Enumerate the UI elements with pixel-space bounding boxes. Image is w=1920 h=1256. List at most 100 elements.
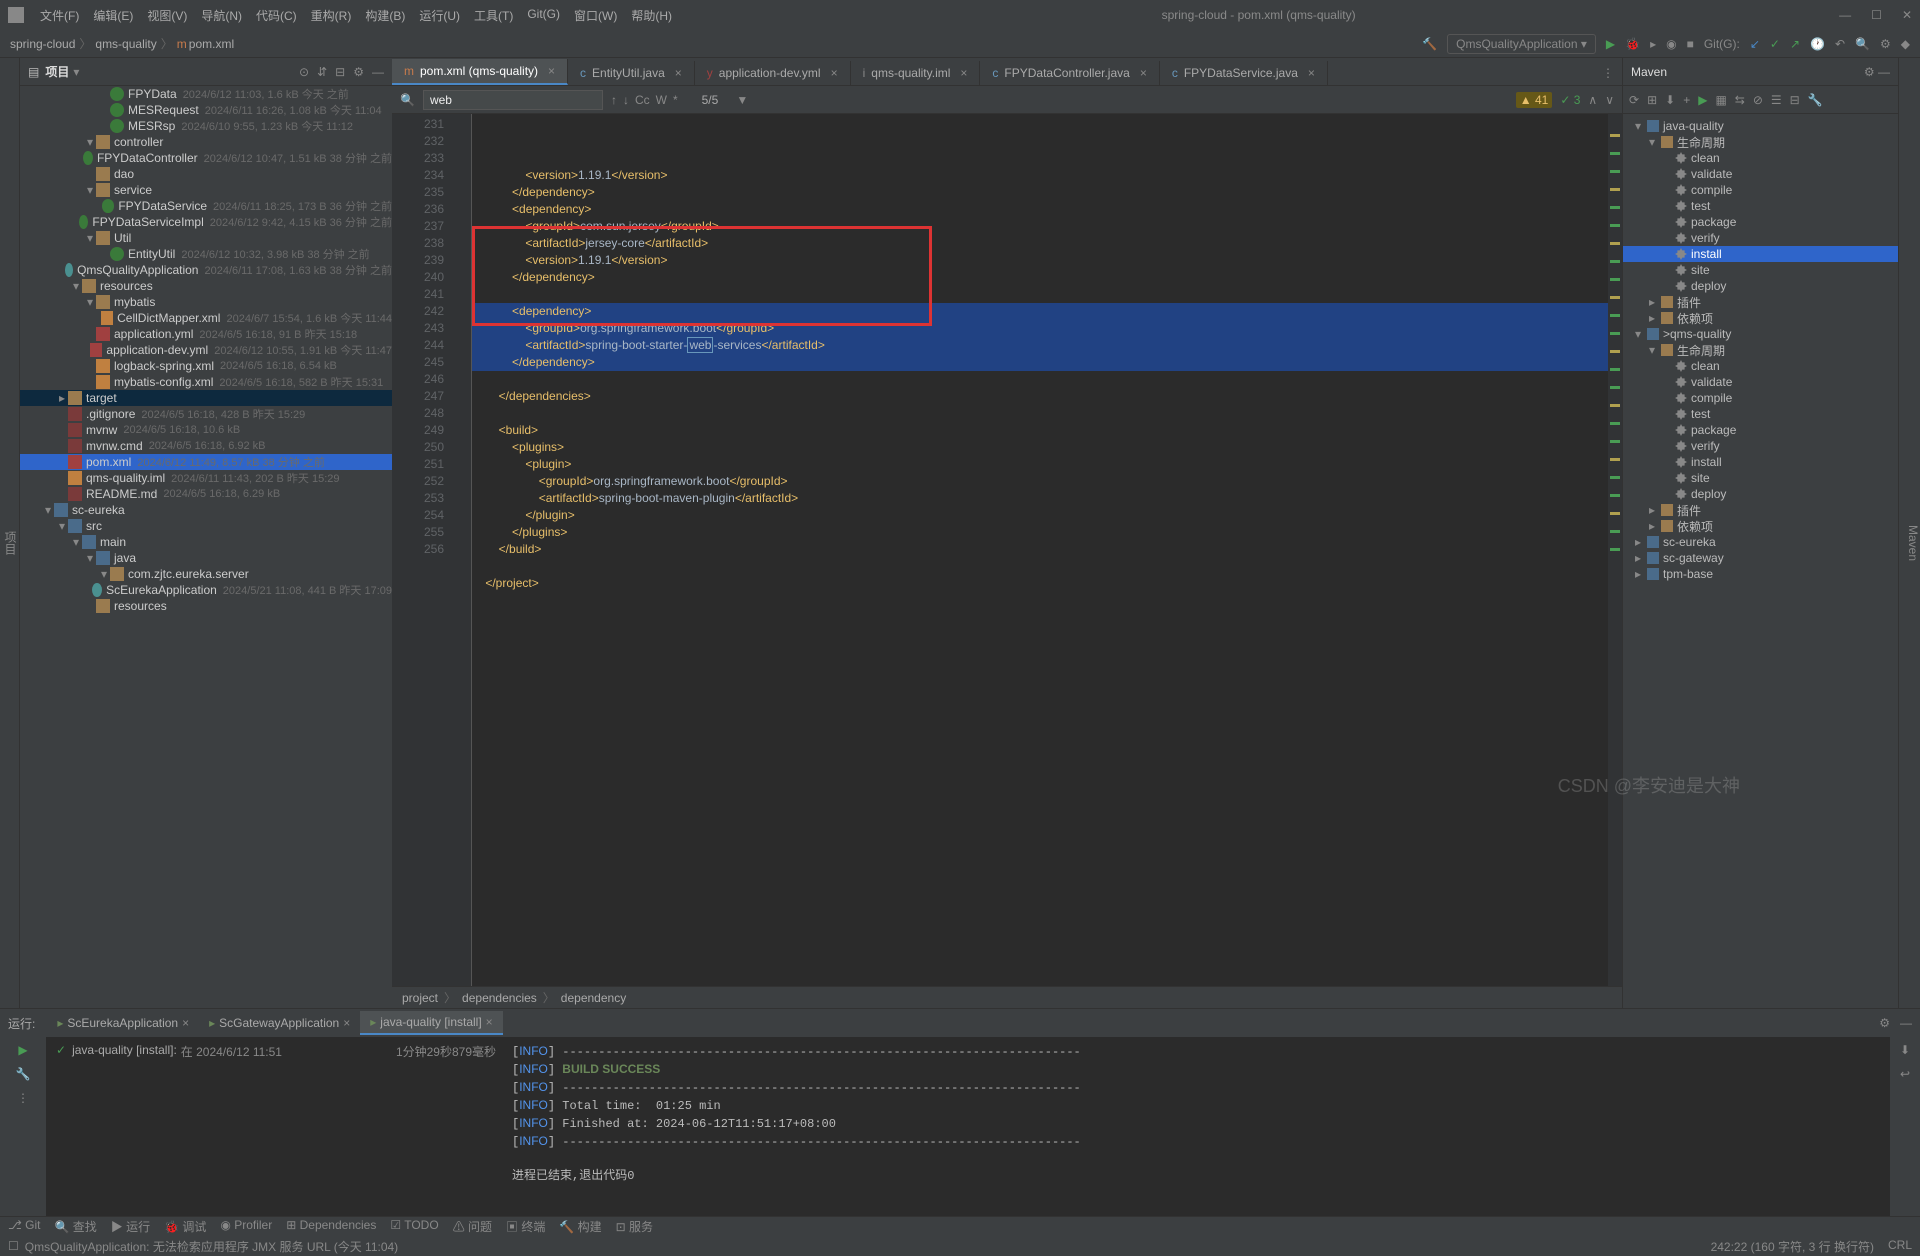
editor-tab[interactable]: cFPYDataService.java× bbox=[1160, 61, 1328, 85]
marker-strip[interactable] bbox=[1608, 114, 1622, 986]
maven-tree-item[interactable]: package bbox=[1623, 214, 1898, 230]
tree-item[interactable]: ▾controller bbox=[20, 134, 392, 150]
gear-icon[interactable]: ⚙ — bbox=[1864, 65, 1890, 79]
maven-settings-icon[interactable]: 🔧 bbox=[1808, 93, 1823, 107]
editor-tab[interactable]: mpom.xml (qms-quality)× bbox=[392, 59, 568, 85]
breadcrumb-root[interactable]: spring-cloud bbox=[10, 37, 75, 51]
git-update-icon[interactable]: ↙ bbox=[1750, 37, 1760, 51]
tree-item[interactable]: pom.xml2024/6/12 11:49, 8.57 kB 38 分钟 之前 bbox=[20, 454, 392, 470]
maven-tree-item[interactable]: compile bbox=[1623, 390, 1898, 406]
project-tool-label[interactable]: 项目 bbox=[3, 531, 17, 555]
project-tree[interactable]: FPYData2024/6/12 11:03, 1.6 kB 今天 之前MESR… bbox=[20, 86, 392, 1008]
status-tool[interactable]: ▣ 终端 bbox=[506, 1218, 545, 1235]
hide-icon[interactable]: — bbox=[1900, 1016, 1912, 1030]
menu-item[interactable]: 视图(V) bbox=[141, 5, 193, 26]
add-icon[interactable]: + bbox=[1683, 93, 1690, 107]
maven-tree-item[interactable]: verify bbox=[1623, 230, 1898, 246]
tree-item[interactable]: mvnw2024/6/5 16:18, 10.6 kB bbox=[20, 422, 392, 438]
collapse-all-icon[interactable]: ⊟ bbox=[1790, 93, 1800, 107]
line-ending[interactable]: CRL bbox=[1888, 1238, 1912, 1255]
tree-item[interactable]: FPYDataServiceImpl2024/6/12 9:42, 4.15 k… bbox=[20, 214, 392, 230]
toggle-icon[interactable]: ⇆ bbox=[1735, 93, 1745, 107]
maven-tree-item[interactable]: ▾生命周期 bbox=[1623, 134, 1898, 150]
maven-tree-item[interactable]: install bbox=[1623, 246, 1898, 262]
status-tool[interactable]: ☑ TODO bbox=[390, 1218, 438, 1235]
maven-tree-item[interactable]: install bbox=[1623, 454, 1898, 470]
tree-item[interactable]: README.md2024/6/5 16:18, 6.29 kB bbox=[20, 486, 392, 502]
next-match-icon[interactable]: ↓ bbox=[623, 93, 629, 107]
gear-icon[interactable]: ⚙ bbox=[353, 65, 364, 79]
config-icon[interactable]: 🔧 bbox=[16, 1067, 31, 1081]
menu-item[interactable]: 编辑(E) bbox=[87, 5, 139, 26]
run-tab[interactable]: ▸java-quality [install]× bbox=[360, 1011, 502, 1035]
crumb-project[interactable]: project bbox=[402, 991, 438, 1005]
maven-tree-item[interactable]: clean bbox=[1623, 150, 1898, 166]
search-icon[interactable]: 🔍 bbox=[1855, 37, 1870, 51]
tree-item[interactable]: EntityUtil2024/6/12 10:32, 3.98 kB 38 分钟… bbox=[20, 246, 392, 262]
crumb-dep[interactable]: dependency bbox=[561, 991, 626, 1005]
git-commit-icon[interactable]: ✓ bbox=[1770, 37, 1780, 51]
menu-item[interactable]: 构建(B) bbox=[359, 5, 411, 26]
gear-icon[interactable]: ⚙ bbox=[1879, 1016, 1890, 1030]
tree-item[interactable]: ▾com.zjtc.eureka.server bbox=[20, 566, 392, 582]
collapse-icon[interactable]: ⊟ bbox=[335, 65, 345, 79]
execute-icon[interactable]: ▦ bbox=[1715, 93, 1726, 107]
tree-item[interactable]: ▾main bbox=[20, 534, 392, 550]
generate-icon[interactable]: ⊞ bbox=[1647, 93, 1657, 107]
maven-tree-item[interactable]: deploy bbox=[1623, 278, 1898, 294]
maven-tree-item[interactable]: verify bbox=[1623, 438, 1898, 454]
filter-icon[interactable]: ▼ bbox=[736, 93, 748, 107]
passed-badge[interactable]: ✓ 3 bbox=[1560, 93, 1580, 107]
maven-tool-label[interactable]: Maven bbox=[1906, 525, 1920, 561]
menu-item[interactable]: 运行(U) bbox=[413, 5, 466, 26]
run-tab[interactable]: ▸ScGatewayApplication× bbox=[199, 1011, 360, 1035]
status-tool[interactable]: ▶ 运行 bbox=[111, 1218, 150, 1235]
tree-item[interactable]: .gitignore2024/6/5 16:18, 428 B 昨天 15:29 bbox=[20, 406, 392, 422]
breadcrumb-file[interactable]: pom.xml bbox=[189, 37, 234, 51]
tree-item[interactable]: ▾java bbox=[20, 550, 392, 566]
maven-tree-item[interactable]: ▾>qms-quality bbox=[1623, 326, 1898, 342]
maven-tree-item[interactable]: package bbox=[1623, 422, 1898, 438]
maven-tree-item[interactable]: validate bbox=[1623, 166, 1898, 182]
maven-tree-item[interactable]: validate bbox=[1623, 374, 1898, 390]
expand-icon[interactable]: ⇵ bbox=[317, 65, 327, 79]
maven-tree-item[interactable]: ▸sc-eureka bbox=[1623, 534, 1898, 550]
event-log-icon[interactable]: ☐ bbox=[8, 1239, 19, 1253]
maven-tree-item[interactable]: deploy bbox=[1623, 486, 1898, 502]
caret-position[interactable]: 242:22 (160 字符, 3 行 换行符) bbox=[1711, 1238, 1874, 1255]
menu-item[interactable]: 文件(F) bbox=[34, 5, 85, 26]
menu-item[interactable]: 工具(T) bbox=[468, 5, 519, 26]
maven-tree-item[interactable]: clean bbox=[1623, 358, 1898, 374]
status-tool[interactable]: ⊞ Dependencies bbox=[286, 1218, 376, 1235]
tree-item[interactable]: FPYDataController2024/6/12 10:47, 1.51 k… bbox=[20, 150, 392, 166]
menu-item[interactable]: 窗口(W) bbox=[568, 5, 623, 26]
stop-icon[interactable]: ■ bbox=[1687, 37, 1694, 51]
editor-tab[interactable]: iqms-quality.iml× bbox=[851, 61, 981, 85]
regex-toggle[interactable]: * bbox=[673, 93, 678, 107]
maven-tree-item[interactable]: compile bbox=[1623, 182, 1898, 198]
more-icon[interactable]: ⋮ bbox=[17, 1091, 29, 1105]
menu-item[interactable]: Git(G) bbox=[521, 5, 566, 26]
menu-item[interactable]: 导航(N) bbox=[195, 5, 248, 26]
code-editor[interactable]: 2312322332342352362372382392402412422432… bbox=[392, 114, 1622, 986]
maven-tree-item[interactable]: ▸插件 bbox=[1623, 502, 1898, 518]
revert-icon[interactable]: ↶ bbox=[1835, 37, 1845, 51]
tree-item[interactable]: application.yml2024/6/5 16:18, 91 B 昨天 1… bbox=[20, 326, 392, 342]
down-icon[interactable]: ∨ bbox=[1605, 93, 1614, 107]
editor-tab[interactable]: cFPYDataController.java× bbox=[980, 61, 1159, 85]
whole-word-toggle[interactable]: W bbox=[656, 93, 667, 107]
more-tabs-icon[interactable]: ⋮ bbox=[1594, 61, 1622, 85]
maven-tree-item[interactable]: ▸sc-gateway bbox=[1623, 550, 1898, 566]
menu-item[interactable]: 代码(C) bbox=[250, 5, 303, 26]
run-icon[interactable]: ▶ bbox=[1606, 37, 1615, 51]
menu-item[interactable]: 帮助(H) bbox=[625, 5, 678, 26]
prev-match-icon[interactable]: ↑ bbox=[611, 93, 617, 107]
tree-item[interactable]: MESRsp2024/6/10 9:55, 1.23 kB 今天 11:12 bbox=[20, 118, 392, 134]
git-push-icon[interactable]: ↗ bbox=[1790, 37, 1800, 51]
maven-tree-item[interactable]: site bbox=[1623, 470, 1898, 486]
run-config-selector[interactable]: QmsQualityApplication ▾ bbox=[1447, 34, 1596, 54]
up-icon[interactable]: ∧ bbox=[1588, 93, 1597, 107]
menu-item[interactable]: 重构(R) bbox=[305, 5, 358, 26]
tree-item[interactable]: QmsQualityApplication2024/6/11 17:08, 1.… bbox=[20, 262, 392, 278]
status-tool[interactable]: 🔨 构建 bbox=[559, 1218, 601, 1235]
